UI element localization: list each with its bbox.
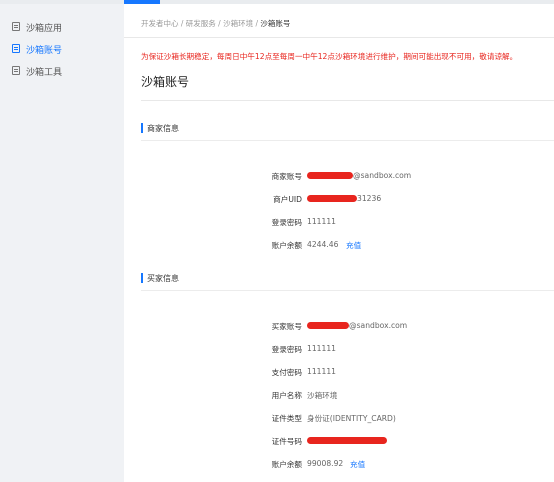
merchant-account-row: 商家账号 @sandbox.com [124, 169, 554, 185]
buyer-cert-type-row: 证件类型 身份证(IDENTITY_CARD) [124, 411, 554, 427]
breadcrumb-separator: / [215, 19, 224, 28]
sidebar-item-label: 沙箱账号 [26, 46, 63, 56]
merchant-balance-label: 账户余额 [271, 241, 302, 250]
buyer-login-password-value: 111111 [307, 344, 336, 353]
buyer-username-row: 用户名称 沙箱环境 [124, 388, 554, 404]
sidebar-item-sandbox-accounts[interactable]: 沙箱账号 [0, 38, 124, 60]
sidebar-item-label: 沙箱应用 [26, 24, 63, 34]
buyer-cert-no-value [307, 436, 387, 445]
merchant-uid-suffix: 31236 [357, 194, 382, 203]
merchant-uid-row: 商户UID 31236 [124, 192, 554, 208]
buyer-section-title: 买家信息 [141, 273, 179, 284]
buyer-recharge-link[interactable]: 充值 [350, 459, 365, 470]
buyer-login-password-label: 登录密码 [271, 345, 302, 354]
breadcrumb: 开发者中心 / 研发服务 / 沙箱环境 / 沙箱账号 [141, 18, 290, 29]
merchant-account-value: @sandbox.com [307, 171, 411, 180]
breadcrumb-item-current: 沙箱账号 [260, 19, 291, 28]
buyer-username-value: 沙箱环境 [307, 391, 338, 400]
redaction-mark [307, 172, 353, 179]
divider [141, 100, 554, 101]
sidebar: 沙箱应用 沙箱账号 沙箱工具 [0, 4, 124, 482]
buyer-balance-label: 账户余额 [271, 460, 302, 469]
buyer-account-label: 买家账号 [271, 322, 302, 331]
sidebar-item-sandbox-tools[interactable]: 沙箱工具 [0, 60, 124, 82]
divider [141, 140, 554, 141]
merchant-recharge-link[interactable]: 充值 [346, 240, 361, 251]
document-icon [12, 22, 20, 31]
merchant-password-value: 111111 [307, 217, 336, 226]
page-title: 沙箱账号 [141, 75, 190, 89]
breadcrumb-separator: / [178, 19, 186, 28]
divider [141, 290, 554, 291]
buyer-cert-no-row: 证件号码 [124, 434, 554, 450]
buyer-username-label: 用户名称 [271, 391, 302, 400]
buyer-login-password-row: 登录密码 111111 [124, 342, 554, 358]
buyer-account-row: 买家账号 @sandbox.com [124, 319, 554, 335]
maintenance-notice: 为保证沙箱长期稳定，每周日中午12点至每周一中午12点沙箱环境进行维护，期间可能… [141, 52, 518, 61]
buyer-account-value: @sandbox.com [307, 321, 407, 330]
merchant-balance-value: 4244.46 [307, 240, 339, 249]
buyer-balance-value: 99008.92 [307, 459, 344, 468]
buyer-account-suffix: @sandbox.com [349, 321, 408, 330]
buyer-pay-password-row: 支付密码 111111 [124, 365, 554, 381]
sidebar-item-label: 沙箱工具 [26, 68, 63, 78]
buyer-pay-password-label: 支付密码 [271, 368, 302, 377]
merchant-account-label: 商家账号 [271, 172, 302, 181]
breadcrumb-item-sandbox-env[interactable]: 沙箱环境 [223, 19, 253, 28]
merchant-password-row: 登录密码 111111 [124, 215, 554, 231]
merchant-uid-value: 31236 [307, 194, 381, 203]
redaction-mark [307, 437, 387, 444]
redaction-mark [307, 322, 349, 329]
divider [124, 37, 554, 38]
merchant-section-title: 商家信息 [141, 123, 179, 134]
document-icon [12, 66, 20, 75]
sidebar-item-sandbox-apps[interactable]: 沙箱应用 [0, 16, 124, 38]
document-icon [12, 44, 20, 53]
breadcrumb-item-rd-services[interactable]: 研发服务 [186, 19, 216, 28]
main-content: 开发者中心 / 研发服务 / 沙箱环境 / 沙箱账号 为保证沙箱长期稳定，每周日… [124, 4, 554, 482]
merchant-balance-row: 账户余额 4244.46 充值 [124, 238, 554, 254]
merchant-uid-label: 商户UID [273, 195, 302, 204]
buyer-cert-type-label: 证件类型 [271, 414, 302, 423]
buyer-cert-no-label: 证件号码 [271, 437, 302, 446]
buyer-cert-type-value: 身份证(IDENTITY_CARD) [307, 414, 396, 423]
buyer-balance-row: 账户余额 99008.92 充值 [124, 457, 554, 473]
buyer-pay-password-value: 111111 [307, 367, 336, 376]
merchant-account-suffix: @sandbox.com [353, 171, 412, 180]
merchant-password-label: 登录密码 [271, 218, 302, 227]
redaction-mark [307, 195, 357, 202]
breadcrumb-item-developer-center[interactable]: 开发者中心 [141, 19, 179, 28]
